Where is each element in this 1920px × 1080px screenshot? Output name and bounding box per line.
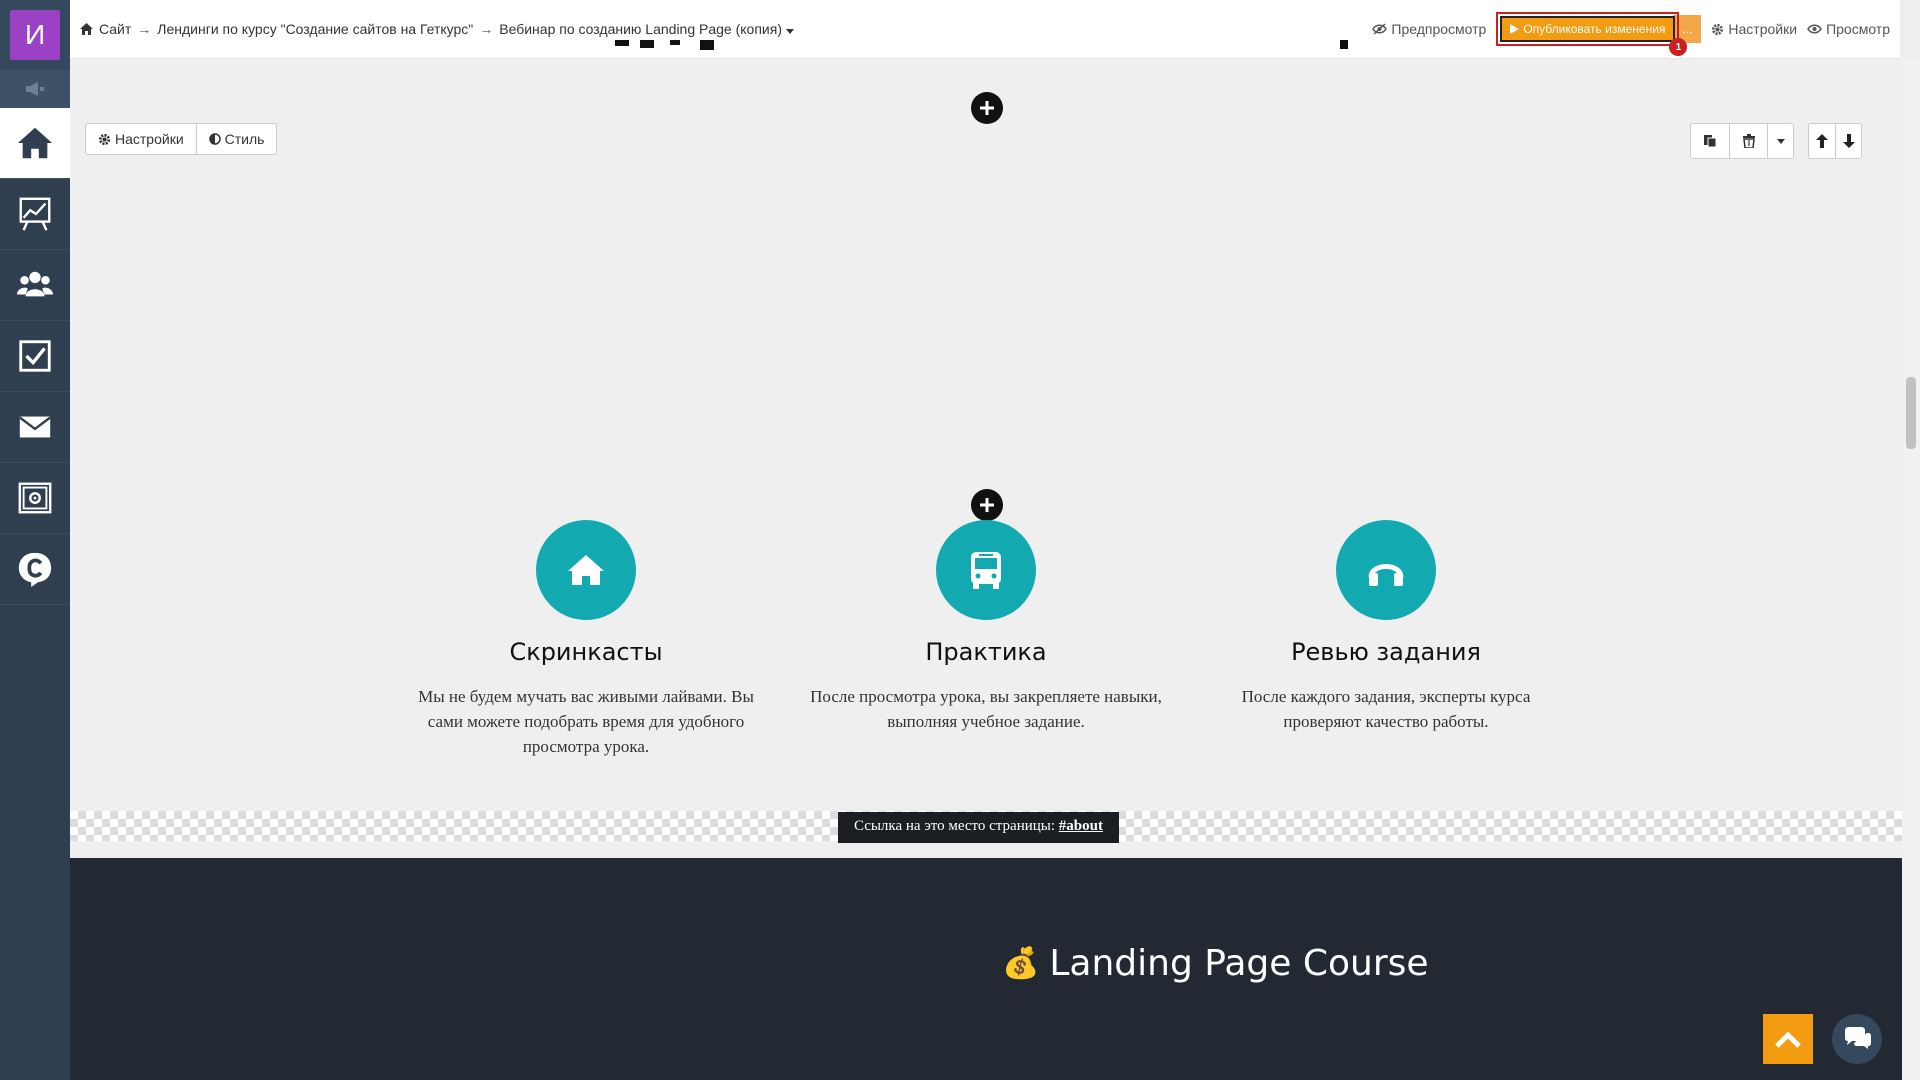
- anchor-text: Ссылка на это место страницы:: [854, 818, 1059, 834]
- course-title-text: Landing Page Course: [1049, 943, 1429, 984]
- left-sidebar: И: [0, 0, 70, 1080]
- chat-bubbles-icon: [1845, 1027, 1871, 1049]
- block-style-button[interactable]: Стиль: [195, 124, 277, 154]
- money-bag-icon: 💰: [1002, 946, 1040, 981]
- block-actions: [1690, 123, 1862, 159]
- course-title: 💰 Landing Page Course: [1002, 943, 1429, 984]
- block-settings-label: Настройки: [115, 131, 184, 147]
- home-icon: [17, 127, 53, 159]
- heading-fragment: [615, 40, 1348, 50]
- sidebar-item-getcourse[interactable]: [0, 534, 70, 605]
- feature-card[interactable]: Ревью задания После каждого задания, экс…: [1206, 520, 1566, 734]
- chat-widget-button[interactable]: [1832, 1014, 1882, 1064]
- chevron-up-icon: [1775, 1031, 1801, 1048]
- course-title-section: 💰 Landing Page Course: [70, 858, 1902, 1080]
- envelope-icon: [19, 416, 51, 438]
- delete-block-button[interactable]: [1729, 124, 1767, 158]
- caret-down-icon: [1776, 138, 1785, 144]
- block-move-group: [1808, 123, 1862, 159]
- arrow-down-icon: [1842, 134, 1855, 148]
- anchor-label: Ссылка на это место страницы: #about: [838, 812, 1119, 843]
- announcements-button[interactable]: [0, 70, 70, 108]
- feature-icon-circle: [536, 520, 636, 620]
- block-edit-group: [1690, 123, 1794, 159]
- trash-icon: [1742, 134, 1755, 148]
- sidebar-item-users[interactable]: [0, 250, 70, 321]
- sidebar-item-tasks[interactable]: [0, 321, 70, 392]
- contrast-icon: [208, 133, 221, 145]
- home-icon: [80, 23, 93, 35]
- page-canvas: Настройки Стиль Скринкасты Мы не будем м…: [70, 40, 1902, 1080]
- move-up-button[interactable]: [1809, 124, 1835, 158]
- chart-board-icon: [19, 197, 51, 231]
- publish-group: Опубликовать изменения 1 ...: [1496, 12, 1702, 56]
- settings-label: Настройки: [1728, 21, 1798, 37]
- scroll-to-top-button[interactable]: [1763, 1014, 1813, 1064]
- view-label: Просмотр: [1826, 21, 1890, 37]
- preview-button[interactable]: Предпросмотр: [1372, 21, 1486, 37]
- users-icon: [16, 271, 54, 297]
- sidebar-item-messages[interactable]: [0, 392, 70, 463]
- bus-icon: [971, 552, 1001, 589]
- copy-icon: [1704, 135, 1717, 148]
- gear-icon: [1712, 23, 1724, 35]
- feature-text: После каждого задания, эксперты курса пр…: [1241, 687, 1531, 731]
- move-down-button[interactable]: [1835, 124, 1861, 158]
- eye-icon: [1807, 24, 1822, 34]
- feature-text: Мы не будем мучать вас живыми лайвами. В…: [418, 687, 754, 756]
- topbar-actions: Предпросмотр Опубликовать изменения 1 ..…: [1372, 12, 1890, 56]
- copy-block-button[interactable]: [1691, 124, 1729, 158]
- add-block-button[interactable]: [971, 92, 1003, 124]
- block-settings-button[interactable]: Настройки: [86, 124, 196, 154]
- breadcrumb-site-link[interactable]: Сайт: [99, 21, 131, 37]
- safe-icon: [18, 482, 52, 514]
- publish-button[interactable]: Опубликовать изменения: [1500, 16, 1676, 42]
- scrollbar-thumb[interactable]: [1906, 377, 1916, 449]
- breadcrumb-page-label: Вебинар по созданию Landing Page (копия): [499, 21, 782, 37]
- play-icon: [1510, 24, 1520, 34]
- block-toolbar: Настройки Стиль: [85, 123, 278, 155]
- plus-icon: [980, 498, 994, 512]
- block-more-dropdown[interactable]: [1767, 124, 1793, 158]
- clipped-heading: [570, 37, 1370, 65]
- breadcrumb-separator: →: [479, 21, 494, 37]
- gear-icon: [98, 133, 111, 145]
- checkbox-icon: [19, 340, 51, 372]
- home-icon: [568, 555, 604, 585]
- feature-card[interactable]: Практика После просмотра урока, вы закре…: [806, 520, 1166, 734]
- feature-icon-circle: [1336, 520, 1436, 620]
- publish-label: Опубликовать изменения: [1523, 22, 1666, 36]
- logo-letter: И: [10, 10, 60, 60]
- breadcrumb-page-dropdown[interactable]: Вебинар по созданию Landing Page (копия): [499, 21, 794, 37]
- sidebar-item-home[interactable]: [0, 108, 70, 179]
- sidebar-item-analytics[interactable]: [0, 179, 70, 250]
- headphones-icon: [1368, 564, 1404, 586]
- caret-down-icon: [785, 29, 794, 34]
- breadcrumb-section-link[interactable]: Лендинги по курсу "Создание сайтов на Ге…: [157, 21, 473, 37]
- feature-title: Скринкасты: [509, 638, 663, 666]
- block-style-label: Стиль: [224, 131, 265, 147]
- feature-title: Практика: [925, 638, 1047, 666]
- preview-label: Предпросмотр: [1391, 21, 1487, 37]
- breadcrumb: Сайт → Лендинги по курсу "Создание сайто…: [80, 21, 794, 37]
- publish-highlight: Опубликовать изменения 1: [1496, 12, 1688, 56]
- sidebar-item-sales[interactable]: [0, 463, 70, 534]
- add-block-button[interactable]: [971, 489, 1003, 521]
- page-settings-button[interactable]: Настройки: [1711, 21, 1797, 37]
- megaphone-icon: [26, 82, 44, 96]
- account-logo[interactable]: И: [0, 0, 70, 70]
- arrow-up-icon: [1816, 134, 1828, 148]
- chat-c-icon: [18, 552, 52, 588]
- vertical-scrollbar[interactable]: [1902, 59, 1920, 1080]
- feature-card[interactable]: Скринкасты Мы не будем мучать вас живыми…: [406, 520, 766, 759]
- feature-title: Ревью задания: [1291, 638, 1481, 666]
- step-badge: 1: [1669, 38, 1688, 56]
- feature-text: После просмотра урока, вы закрепляете на…: [810, 687, 1162, 731]
- plus-icon: [980, 101, 994, 115]
- eye-slash-icon: [1372, 23, 1388, 35]
- breadcrumb-separator: →: [137, 21, 152, 37]
- anchor-link[interactable]: #about: [1059, 818, 1103, 834]
- feature-icon-circle: [936, 520, 1036, 620]
- view-button[interactable]: Просмотр: [1807, 21, 1890, 37]
